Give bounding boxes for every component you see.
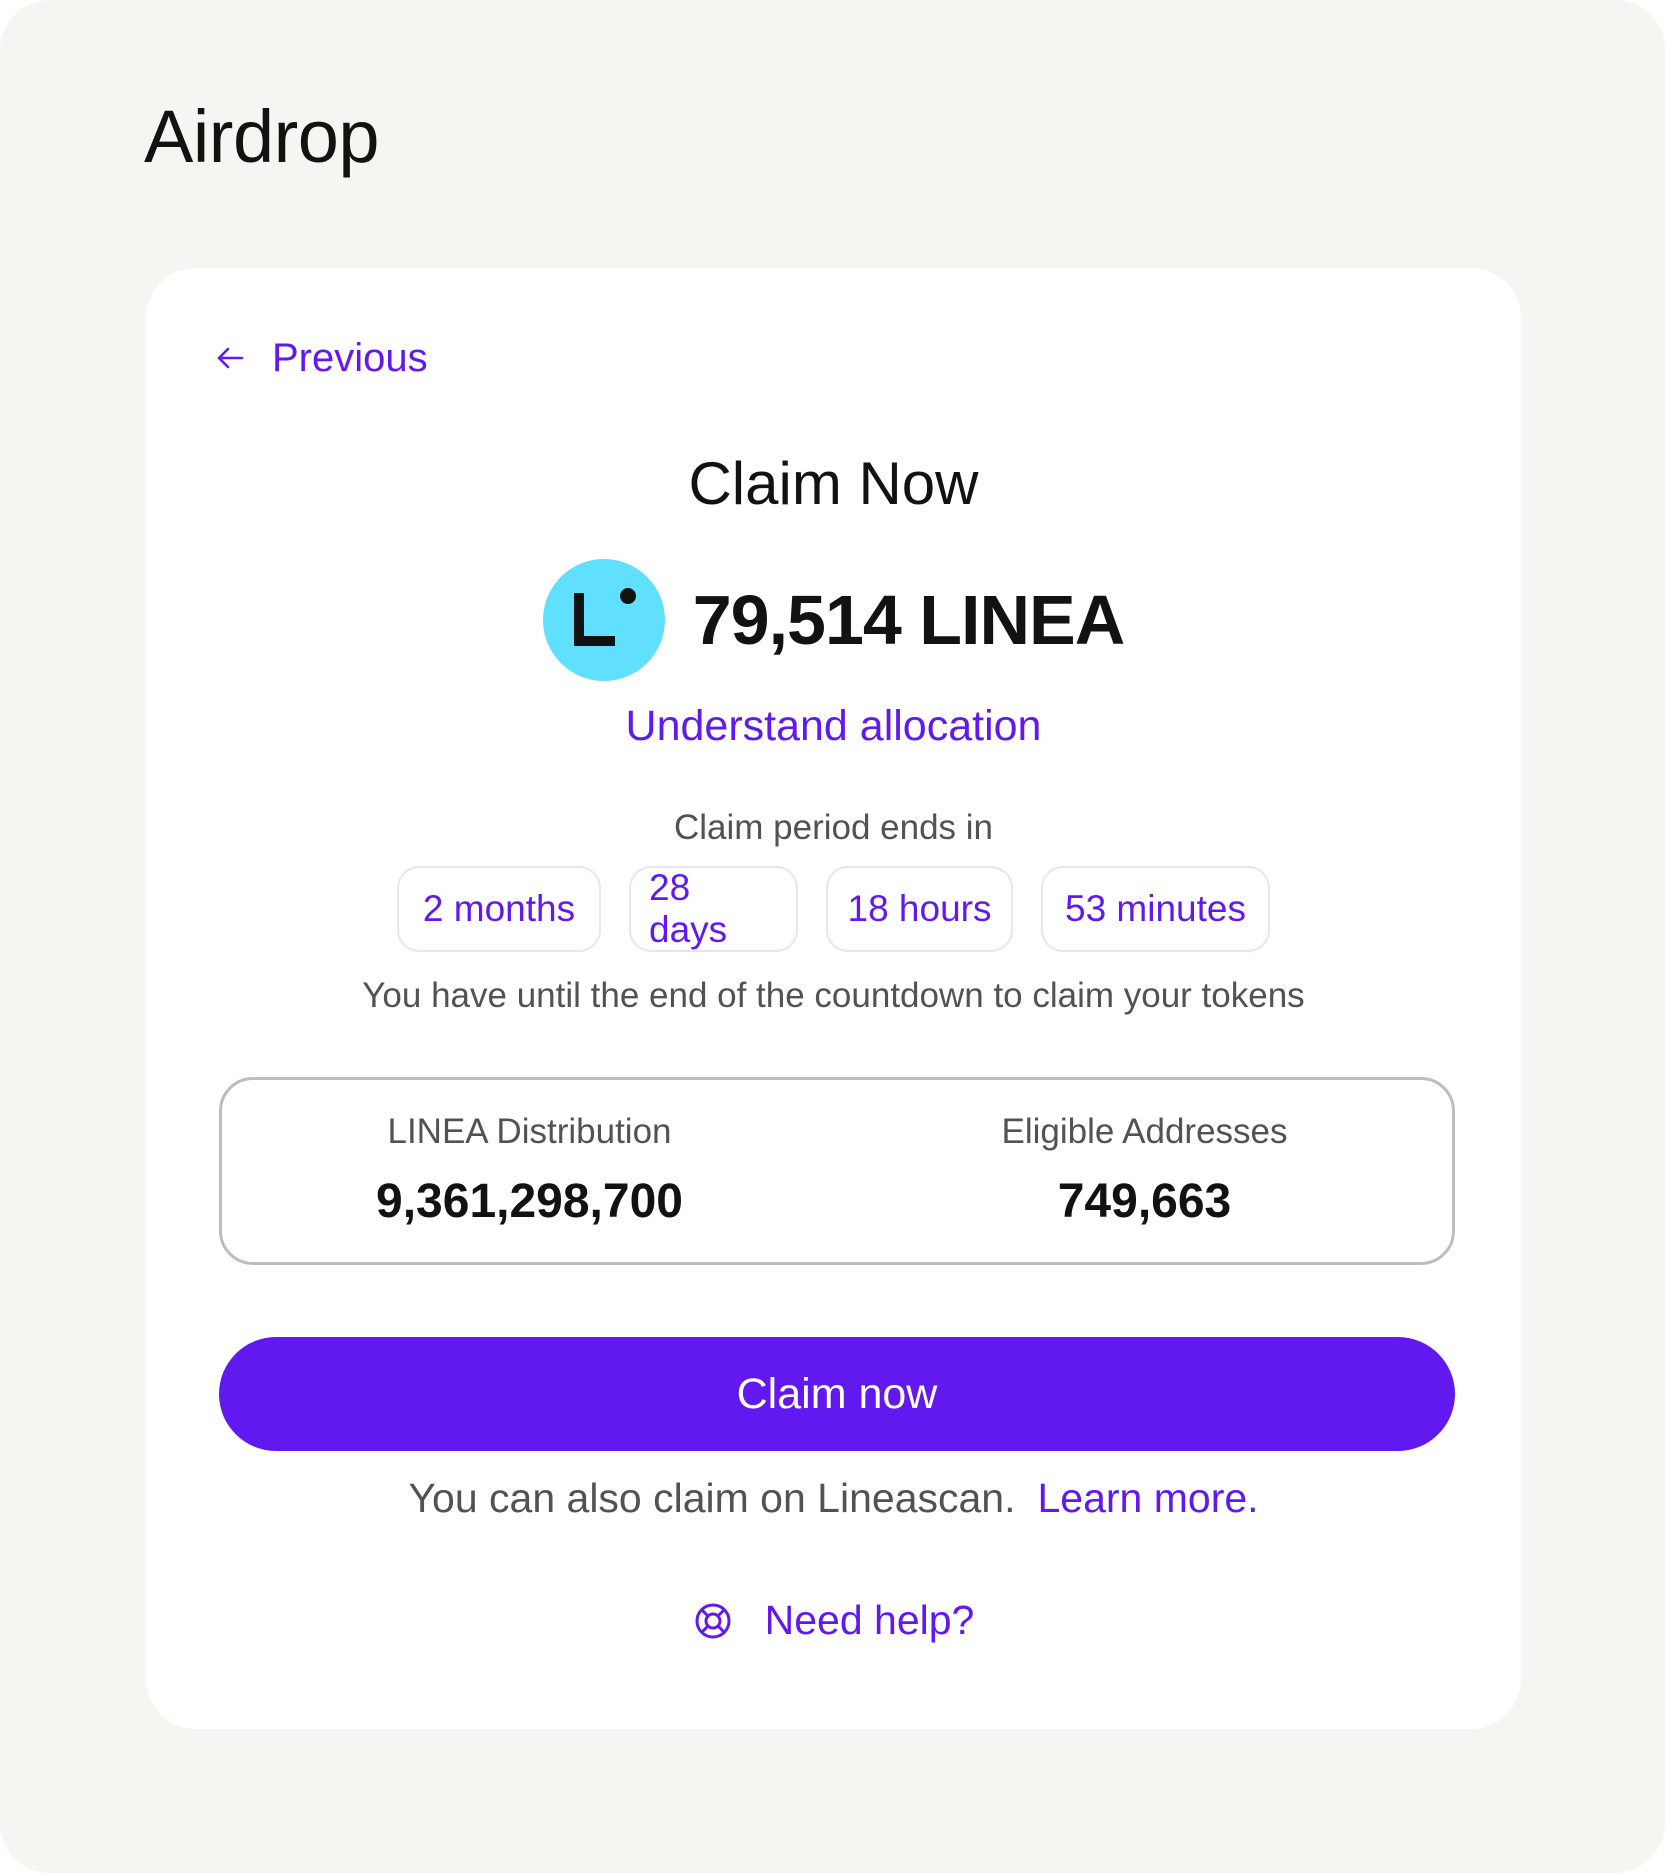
- countdown-months: 2 months: [397, 866, 601, 952]
- claim-heading: Claim Now: [688, 450, 979, 517]
- countdown-days: 28 days: [629, 866, 798, 952]
- need-help-label: Need help?: [764, 1597, 975, 1643]
- understand-allocation-label: Understand allocation: [625, 702, 1042, 750]
- distribution-stats: LINEA Distribution 9,361,298,700 Eligibl…: [219, 1077, 1455, 1265]
- claim-now-button[interactable]: Claim now: [219, 1337, 1455, 1451]
- token-amount: 79,514 LINEA: [692, 581, 1126, 659]
- countdown: 2 months 28 days 18 hours 53 minutes: [146, 866, 1521, 952]
- page-title: Airdrop: [144, 95, 380, 178]
- lifebuoy-icon: [695, 1603, 731, 1638]
- eligible-stat: Eligible Addresses 749,663: [837, 1080, 1452, 1262]
- previous-label: Previous: [272, 335, 428, 380]
- airdrop-page: Airdrop Previous Claim Now 79,514 LINEA …: [0, 0, 1665, 1873]
- countdown-minutes: 53 minutes: [1041, 866, 1270, 952]
- previous-link[interactable]: Previous: [216, 330, 428, 386]
- eligible-label: Eligible Addresses: [1001, 1112, 1288, 1151]
- learn-more-link[interactable]: Learn more.: [1038, 1475, 1259, 1521]
- token-amount-row: 79,514 LINEA: [146, 558, 1521, 682]
- distribution-label: LINEA Distribution: [387, 1112, 672, 1151]
- countdown-note: You have until the end of the countdown …: [362, 976, 1305, 1015]
- alt-claim-label: You can also claim on Lineascan.: [408, 1475, 1016, 1521]
- need-help-link[interactable]: Need help?: [146, 1597, 1521, 1644]
- arrow-left-icon: [217, 347, 244, 369]
- countdown-hours: 18 hours: [826, 866, 1013, 952]
- alt-claim-text: You can also claim on Lineascan. Learn mo…: [146, 1472, 1521, 1524]
- distribution-value: 9,361,298,700: [376, 1175, 683, 1228]
- eligible-value: 749,663: [1057, 1175, 1232, 1228]
- understand-allocation-link[interactable]: Understand allocation: [146, 698, 1521, 754]
- distribution-stat: LINEA Distribution 9,361,298,700: [222, 1080, 837, 1262]
- claim-period-label: Claim period ends in: [673, 808, 994, 847]
- claim-card: Previous Claim Now 79,514 LINEA Understa…: [146, 268, 1521, 1729]
- linea-logo: [542, 559, 665, 681]
